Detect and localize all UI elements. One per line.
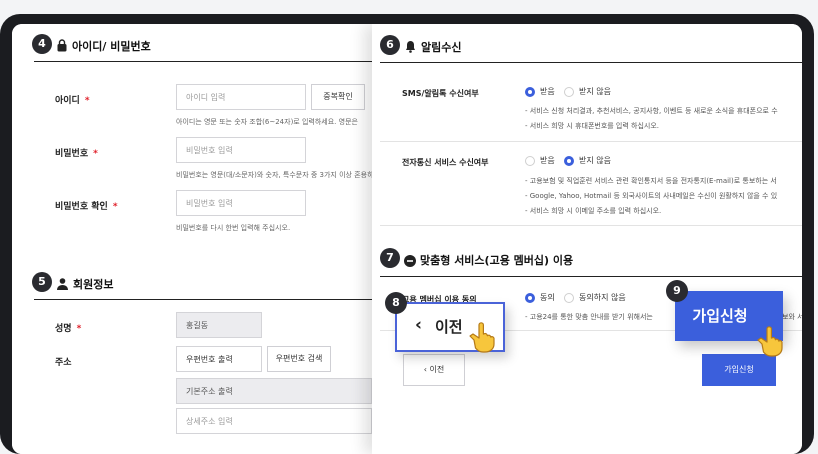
email-radio-no[interactable]: 받지 않음 — [564, 155, 611, 166]
zipcode-field: 우편번호 출력 — [176, 346, 262, 372]
sms-radio-no[interactable]: 받지 않음 — [564, 86, 611, 97]
required-mark: * — [93, 149, 98, 159]
section-title-custom: 맞춤형 서비스(고용 멤버십) 이용 — [420, 254, 574, 267]
left-panel: 4 아이디/ 비밀번호 아이디 * 아이디 입력 중복확인 아이디는 영문 또는 … — [12, 24, 374, 454]
email-bullet-1: - 고용보험 및 직업훈련 서비스 관련 확인통지서 등을 전자통지(E-mai… — [525, 177, 777, 185]
email-radio-yes[interactable]: 받음 — [525, 155, 555, 166]
pointing-hand-icon — [756, 324, 790, 362]
row-divider — [380, 141, 802, 142]
device-frame: 4 아이디/ 비밀번호 아이디 * 아이디 입력 중복확인 아이디는 영문 또는 … — [0, 14, 814, 454]
signup-callout-label: 가입신청 — [692, 307, 748, 325]
id-label: 아이디 * — [55, 96, 90, 106]
password-confirm-input[interactable]: 비밀번호 입력 — [176, 190, 306, 216]
membership-radio-disagree[interactable]: 동의하지 않음 — [564, 292, 626, 303]
lock-icon — [57, 37, 67, 56]
required-mark: * — [84, 96, 90, 106]
step-badge-7: 7 — [380, 248, 400, 268]
sms-bullet-2: - 서비스 희망 시 휴대폰번호를 입력 하십시오. — [525, 122, 660, 130]
prev-button[interactable]: ‹ 이전 — [403, 354, 465, 386]
required-mark: * — [112, 202, 118, 212]
step-badge-9: 9 — [666, 280, 688, 302]
name-label: 성명 * — [55, 324, 82, 334]
duplicate-check-button[interactable]: 중복확인 — [311, 84, 365, 110]
sms-radio-yes[interactable]: 받음 — [525, 86, 555, 97]
person-icon — [57, 275, 68, 294]
password-input[interactable]: 비밀번호 입력 — [176, 137, 306, 163]
radio-unselected-icon — [564, 86, 574, 97]
section-title-notify: 알림수신 — [421, 41, 462, 54]
section-title-member: 회원정보 — [73, 278, 114, 291]
step-badge-4: 4 — [32, 34, 52, 54]
id-help-text: 아이디는 영문 또는 숫자 조합(6~24자)로 입력하세요. 영문은 — [176, 118, 358, 126]
membership-bullet-tail: 보와 서 — [782, 313, 802, 321]
detail-address-input[interactable]: 상세주소 입력 — [176, 408, 372, 434]
radio-selected-icon — [564, 155, 574, 166]
step-badge-5: 5 — [32, 272, 52, 292]
row-divider — [380, 225, 802, 226]
step-badge-6: 6 — [380, 35, 400, 55]
section-divider — [34, 299, 372, 300]
base-address-field: 기본주소 출력 — [176, 378, 372, 404]
step-badge-8: 8 — [385, 292, 407, 314]
password-help-text: 비밀번호는 영문(대/소문자)와 숫자, 특수문자 중 3가지 이상 혼용하 — [176, 171, 374, 179]
email-consent-label: 전자통신 서비스 수신여부 — [402, 158, 489, 167]
required-mark: * — [76, 324, 82, 334]
section-title-account: 아이디/ 비밀번호 — [72, 40, 151, 53]
password-confirm-help-text: 비밀번호를 다시 한번 입력해 주십시오. — [176, 224, 291, 232]
sms-consent-label: SMS/알림톡 수신여부 — [402, 89, 479, 98]
password-confirm-label: 비밀번호 확인 * — [55, 202, 118, 212]
membership-bullet: - 고용24를 통한 맞춤 안내를 받기 위해서는 — [525, 313, 653, 321]
radio-unselected-icon — [564, 292, 574, 303]
address-label: 주소 — [55, 358, 72, 368]
right-panel: 6 알림수신 SMS/알림톡 수신여부 받음 받지 않음 - 서비스 신청 처리… — [372, 24, 802, 454]
minus-circle-icon — [404, 252, 416, 271]
radio-selected-icon — [525, 86, 535, 97]
section-divider — [380, 62, 802, 63]
pointing-hand-icon — [468, 320, 502, 358]
password-label: 비밀번호 * — [55, 149, 98, 159]
id-input[interactable]: 아이디 입력 — [176, 84, 306, 110]
membership-radio-agree[interactable]: 동의 — [525, 292, 555, 303]
radio-selected-icon — [525, 292, 535, 303]
zipcode-search-button[interactable]: 우편번호 검색 — [267, 346, 331, 372]
bell-icon — [405, 38, 416, 57]
sms-bullet-1: - 서비스 신청 처리결과, 추천서비스, 공지사항, 이벤트 등 새로운 소식… — [525, 107, 778, 115]
screen: 4 아이디/ 비밀번호 아이디 * 아이디 입력 중복확인 아이디는 영문 또는 … — [12, 24, 802, 454]
chevron-left-icon: ‹ — [415, 315, 423, 335]
chevron-left-icon: ‹ — [423, 365, 427, 374]
email-bullet-3: - 서비스 희망 시 이메일 주소를 입력 하십시오. — [525, 207, 662, 215]
radio-unselected-icon — [525, 155, 535, 166]
email-bullet-2: - Google, Yahoo, Hotmail 등 외국사이트의 사내메일은 … — [525, 192, 778, 200]
name-field: 홍길동 — [176, 312, 262, 338]
section-divider — [34, 61, 372, 62]
section-divider — [380, 276, 802, 277]
prev-callout-label: 이전 — [435, 318, 463, 336]
